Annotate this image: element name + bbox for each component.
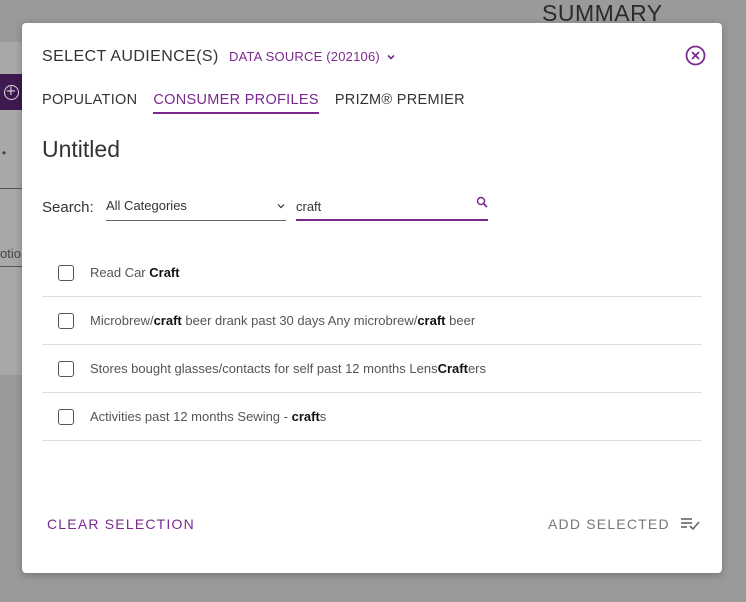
category-select[interactable]: All Categories [106, 191, 286, 221]
background-bullet: • [2, 146, 7, 160]
search-box [296, 191, 488, 221]
data-source-dropdown[interactable]: DATA SOURCE (202106) [229, 49, 396, 64]
category-select-value: All Categories [106, 198, 187, 213]
data-source-label: DATA SOURCE (202106) [229, 49, 380, 64]
result-checkbox[interactable] [58, 312, 74, 329]
result-label: Stores bought glasses/contacts for self … [90, 361, 486, 376]
result-checkbox[interactable] [58, 408, 74, 425]
list-item[interactable]: Read Car Craft [42, 249, 702, 297]
result-checkbox[interactable] [58, 360, 74, 377]
background-partial-text: otio [0, 246, 21, 261]
background-divider [0, 266, 22, 267]
select-audience-modal: SELECT AUDIENCE(S) DATA SOURCE (202106) … [22, 23, 722, 573]
list-item[interactable]: Stores bought glasses/contacts for self … [42, 345, 702, 393]
search-input[interactable] [296, 196, 466, 214]
tab-consumer-profiles[interactable]: CONSUMER PROFILES [153, 92, 319, 114]
result-checkbox[interactable] [58, 264, 74, 281]
playlist-add-check-icon [680, 518, 700, 531]
result-label: Activities past 12 months Sewing - craft… [90, 409, 327, 424]
tab-population[interactable]: POPULATION [42, 92, 137, 114]
add-selected-button[interactable]: ADD SELECTED [548, 516, 700, 532]
result-label: Read Car Craft [90, 265, 180, 280]
results-list: Read Car Craft Microbrew/craft beer dran… [42, 249, 702, 441]
clear-selection-button[interactable]: CLEAR SELECTION [47, 516, 195, 532]
audience-tabs: POPULATION CONSUMER PROFILES PRIZM® PREM… [42, 92, 465, 114]
tab-prizm-premier[interactable]: PRIZM® PREMIER [335, 92, 465, 114]
close-icon[interactable] [685, 45, 706, 66]
audience-name[interactable]: Untitled [42, 136, 120, 163]
list-item[interactable]: Microbrew/craft beer drank past 30 days … [42, 297, 702, 345]
result-label: Microbrew/craft beer drank past 30 days … [90, 313, 476, 328]
chevron-down-icon [387, 54, 395, 60]
modal-title: SELECT AUDIENCE(S) [42, 48, 219, 65]
background-divider [0, 188, 22, 189]
search-icon[interactable] [476, 196, 488, 208]
chevron-down-icon [277, 203, 285, 208]
background-add-button: + [0, 74, 22, 110]
list-item[interactable]: Activities past 12 months Sewing - craft… [42, 393, 702, 441]
add-selected-label: ADD SELECTED [548, 516, 670, 532]
search-label: Search: [42, 199, 94, 216]
plus-icon: + [3, 84, 19, 100]
